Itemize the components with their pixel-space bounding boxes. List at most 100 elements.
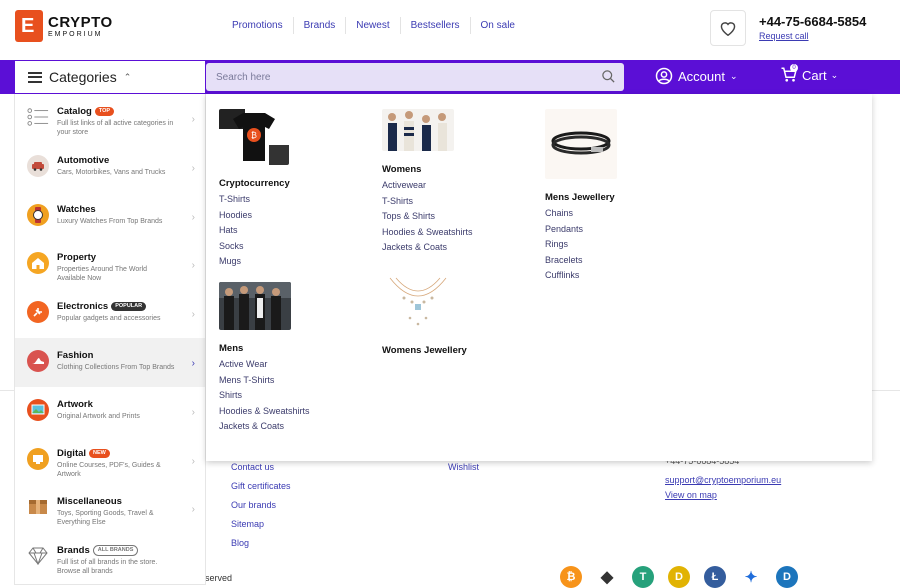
- sidebar-item-artwork[interactable]: Artwork Original Artwork and Prints ›: [15, 387, 205, 436]
- popular-badge: POPULAR: [111, 302, 147, 312]
- all-brands-badge: ALL BRANDS: [92, 545, 139, 557]
- chevron-right-icon: ›: [191, 260, 195, 272]
- sidebar-item-desc: Online Courses, PDF's, Guides & Artwork: [57, 461, 161, 478]
- chevron-right-icon: ›: [191, 211, 195, 223]
- menu-link[interactable]: T-Shirts: [219, 192, 290, 208]
- menu-link[interactable]: Rings: [545, 237, 617, 253]
- sidebar-item-desc: Popular gadgets and accessories: [57, 315, 161, 323]
- menu-link[interactable]: Shirts: [219, 388, 310, 404]
- sidebar-item-title: Watches: [57, 203, 96, 215]
- mens-image[interactable]: [219, 282, 291, 330]
- mens-jewellery-image[interactable]: [545, 109, 617, 179]
- nav-brands[interactable]: Brands: [294, 17, 347, 34]
- menu-link[interactable]: Jackets & Coats: [219, 419, 310, 435]
- top-nav: Promotions Brands Newest Bestsellers On …: [222, 17, 525, 34]
- logo-mark: E: [15, 10, 43, 42]
- logo[interactable]: E CRYPTO EMPORIUM: [15, 10, 113, 42]
- womens-jewellery-image[interactable]: [382, 274, 454, 332]
- footer-link[interactable]: Wishlist: [448, 462, 479, 472]
- sidebar-item-fashion[interactable]: Fashion Clothing Collections From Top Br…: [15, 337, 205, 387]
- cart-button[interactable]: 0 Cart ⌄: [780, 64, 838, 84]
- menu-group-mens-jewellery: Mens Jewellery Chains Pendants Rings Bra…: [545, 109, 617, 284]
- search-input[interactable]: [216, 71, 596, 83]
- crypto-tshirts-image[interactable]: ₿: [219, 109, 289, 165]
- menu-link[interactable]: Pendants: [545, 222, 617, 238]
- sidebar-item-catalog[interactable]: Catalog TOP Full list links of all active…: [15, 94, 205, 143]
- logo-line1: CRYPTO: [48, 13, 113, 31]
- digital-icon: [27, 447, 49, 470]
- search-icon[interactable]: [601, 69, 616, 84]
- logo-letter: E: [21, 15, 35, 37]
- footer-link[interactable]: Our brands: [231, 500, 291, 510]
- sidebar-item-electronics[interactable]: Electronics POPULAR Popular gadgets and a…: [15, 289, 205, 338]
- menu-link[interactable]: Jackets & Coats: [382, 240, 473, 256]
- box-icon: [27, 496, 49, 518]
- nav-bestsellers[interactable]: Bestsellers: [401, 17, 471, 34]
- footer-email[interactable]: support@cryptoemporium.eu: [665, 475, 781, 485]
- request-call-link[interactable]: Request call: [759, 31, 866, 41]
- chevron-right-icon: ›: [191, 406, 195, 418]
- diamond-icon: [27, 545, 49, 567]
- cart-count-badge: 0: [790, 64, 798, 72]
- categories-button[interactable]: Categories ⌃: [14, 61, 205, 93]
- footer-map-link[interactable]: View on map: [665, 490, 781, 500]
- menu-link[interactable]: Hoodies & Sweatshirts: [219, 404, 310, 420]
- menu-heading[interactable]: Mens: [219, 343, 310, 354]
- contact-block: +44-75-6684-5854 Request call: [759, 14, 866, 41]
- menu-link[interactable]: Activewear: [382, 178, 473, 194]
- sidebar-item-title: Fashion: [57, 349, 94, 361]
- menu-link[interactable]: Hoodies & Sweatshirts: [382, 225, 473, 241]
- sidebar-item-miscellaneous[interactable]: Miscellaneous Toys, Sporting Goods, Trav…: [15, 484, 205, 533]
- wishlist-button[interactable]: [710, 10, 746, 46]
- sidebar-item-watches[interactable]: Watches Luxury Watches From Top Brands ›: [15, 192, 205, 241]
- menu-heading[interactable]: Mens Jewellery: [545, 192, 617, 203]
- cart-label: Cart: [802, 67, 827, 83]
- menu-link[interactable]: Socks: [219, 239, 290, 255]
- chevron-right-icon: ›: [191, 357, 195, 369]
- sidebar-item-desc: Full list of all brands in the store. Br…: [57, 559, 158, 576]
- menu-link[interactable]: Mugs: [219, 254, 290, 270]
- hamburger-icon: [28, 71, 42, 83]
- menu-link[interactable]: Hats: [219, 223, 290, 239]
- menu-link[interactable]: T-Shirts: [382, 194, 473, 210]
- sidebar-item-property[interactable]: Property Properties Around The World Ava…: [15, 240, 205, 289]
- account-button[interactable]: Account ⌄: [655, 67, 738, 85]
- womens-image[interactable]: [382, 109, 454, 151]
- sidebar-item-automotive[interactable]: Automotive Cars, Motorbikes, Vans and Tr…: [15, 143, 205, 192]
- sidebar-item-brands[interactable]: Brands ALL BRANDS Full list of all brands…: [15, 533, 205, 582]
- menu-link[interactable]: Chains: [545, 206, 617, 222]
- account-label: Account: [678, 68, 725, 84]
- sidebar-item-desc: Original Artwork and Prints: [57, 412, 140, 420]
- plug-icon: [27, 301, 49, 324]
- menu-link[interactable]: Hoodies: [219, 208, 290, 224]
- sidebar-item-title: Automotive: [57, 154, 110, 166]
- nav-newest[interactable]: Newest: [346, 17, 401, 34]
- footer-link[interactable]: Contact us: [231, 462, 291, 472]
- chevron-up-icon: ⌃: [123, 71, 132, 82]
- menu-group-womens: Womens Activewear T-Shirts Tops & Shirts…: [382, 109, 473, 256]
- menu-heading[interactable]: Womens: [382, 164, 473, 175]
- menu-link[interactable]: Cufflinks: [545, 268, 617, 284]
- menu-link[interactable]: Bracelets: [545, 253, 617, 269]
- sidebar-item-desc: Clothing Collections From Top Brands: [57, 363, 175, 371]
- chevron-right-icon: ›: [191, 455, 195, 467]
- menu-link[interactable]: Mens T-Shirts: [219, 373, 310, 389]
- footer-link[interactable]: Gift certificates: [231, 481, 291, 491]
- footer-link[interactable]: Blog: [231, 538, 291, 548]
- menu-group-womens-jewellery: Womens Jewellery: [382, 274, 467, 359]
- sidebar-item-title: Digital: [57, 447, 87, 459]
- menu-heading[interactable]: Womens Jewellery: [382, 345, 467, 356]
- sidebar-item-digital[interactable]: Digital NEW Online Courses, PDF's, Guides…: [15, 436, 205, 485]
- menu-link[interactable]: Active Wear: [219, 357, 310, 373]
- menu-heading[interactable]: Cryptocurrency: [219, 178, 290, 189]
- sidebar-item-title: Electronics: [57, 301, 109, 313]
- category-sidebar: Catalog TOP Full list links of all active…: [14, 94, 206, 585]
- nav-on-sale[interactable]: On sale: [471, 17, 525, 34]
- phone-number: +44-75-6684-5854: [759, 14, 867, 29]
- sidebar-item-desc: Cars, Motorbikes, Vans and Trucks: [57, 168, 166, 176]
- nav-promotions[interactable]: Promotions: [222, 17, 294, 34]
- footer-link[interactable]: Sitemap: [231, 519, 291, 529]
- chevron-right-icon: ›: [191, 162, 195, 174]
- menu-link[interactable]: Tops & Shirts: [382, 209, 473, 225]
- sidebar-item-desc: Luxury Watches From Top Brands: [57, 217, 163, 225]
